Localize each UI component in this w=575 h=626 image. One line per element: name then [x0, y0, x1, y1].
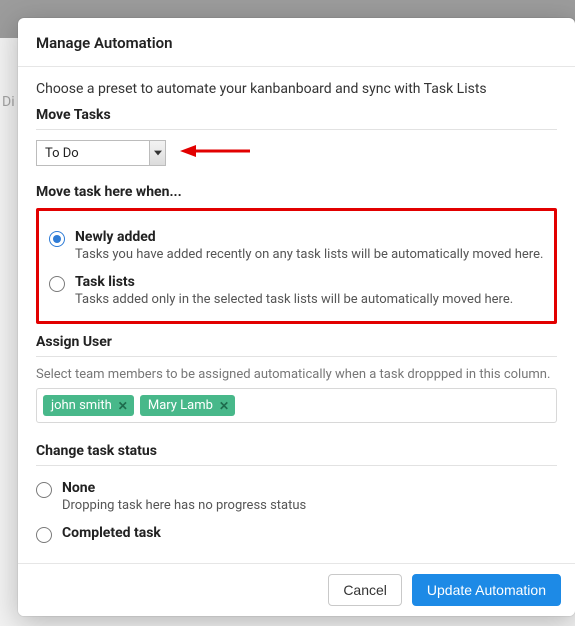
radio-icon: [49, 231, 65, 247]
radio-option-newly-added[interactable]: Newly added Tasks you have added recentl…: [49, 229, 544, 262]
user-tag-label: Mary Lamb: [148, 398, 213, 413]
radio-icon: [49, 276, 65, 292]
section-divider: [36, 129, 557, 140]
bg-text-left: Di: [2, 94, 15, 110]
move-tasks-select[interactable]: To Do: [36, 140, 166, 166]
radio-title: None: [62, 480, 557, 496]
radio-title: Task lists: [75, 274, 544, 290]
section-divider: [36, 356, 557, 367]
radio-option-completed[interactable]: Completed task: [36, 525, 557, 543]
assign-user-input[interactable]: john smith ✕ Mary Lamb ✕: [36, 388, 557, 423]
radio-icon: [36, 527, 52, 543]
radio-desc: Tasks added only in the selected task li…: [75, 292, 544, 307]
update-automation-button[interactable]: Update Automation: [412, 574, 561, 606]
radio-desc: Dropping task here has no progress statu…: [62, 498, 557, 513]
app-backdrop: Di ce Manage Automation Choose a preset …: [0, 0, 575, 626]
modal-footer: Cancel Update Automation: [18, 563, 575, 616]
assign-user-help: Select team members to be assigned autom…: [36, 367, 557, 382]
radio-body: None Dropping task here has no progress …: [62, 480, 557, 513]
modal-title: Manage Automation: [18, 18, 575, 67]
move-when-label: Move task here when...: [36, 184, 557, 200]
chevron-down-icon: [149, 141, 165, 165]
radio-option-none[interactable]: None Dropping task here has no progress …: [36, 480, 557, 513]
radio-title: Completed task: [62, 525, 557, 541]
manage-automation-modal: Manage Automation Choose a preset to aut…: [18, 18, 575, 616]
user-tag-label: john smith: [51, 398, 112, 413]
move-when-highlight: Newly added Tasks you have added recentl…: [36, 208, 557, 324]
section-divider: [36, 465, 557, 476]
radio-icon: [36, 482, 52, 498]
modal-body: Choose a preset to automate your kanbanb…: [18, 67, 575, 563]
modal-subtitle: Choose a preset to automate your kanbanb…: [36, 81, 557, 97]
arrow-annotation-icon: [180, 142, 250, 164]
radio-body: Task lists Tasks added only in the selec…: [75, 274, 544, 307]
remove-tag-icon[interactable]: ✕: [219, 400, 229, 412]
radio-title: Newly added: [75, 229, 544, 245]
radio-body: Completed task: [62, 525, 557, 541]
move-tasks-label: Move Tasks: [36, 107, 557, 123]
change-status-label: Change task status: [36, 443, 557, 459]
assign-user-label: Assign User: [36, 334, 557, 350]
radio-option-task-lists[interactable]: Task lists Tasks added only in the selec…: [49, 274, 544, 307]
cancel-button[interactable]: Cancel: [328, 574, 402, 606]
move-tasks-selected-value: To Do: [37, 146, 149, 161]
radio-desc: Tasks you have added recently on any tas…: [75, 247, 544, 262]
user-tag: john smith ✕: [43, 395, 134, 416]
radio-body: Newly added Tasks you have added recentl…: [75, 229, 544, 262]
user-tag: Mary Lamb ✕: [140, 395, 235, 416]
remove-tag-icon[interactable]: ✕: [118, 400, 128, 412]
